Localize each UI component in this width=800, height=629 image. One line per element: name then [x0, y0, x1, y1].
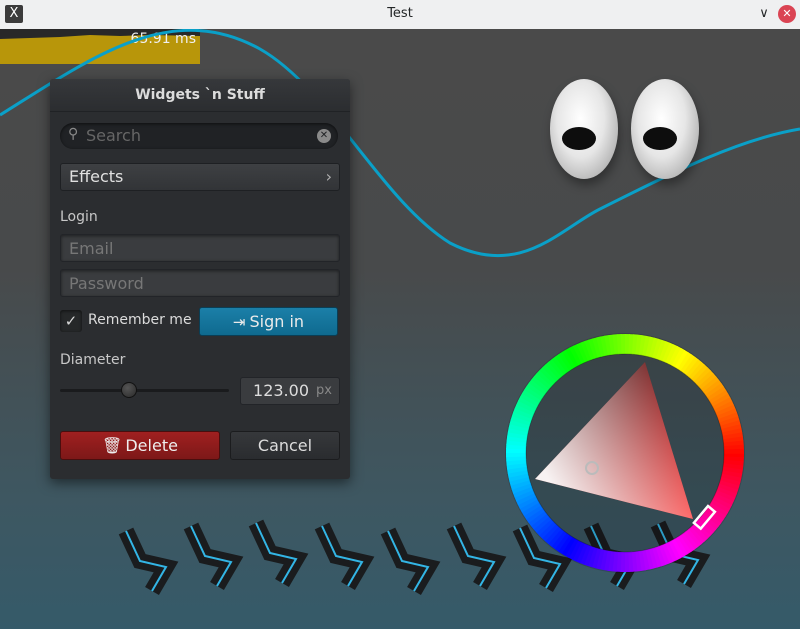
search-input[interactable]: Search [86, 126, 141, 145]
widgets-panel: Widgets `n Stuff ⚲ Search ✕ Effects › Lo… [50, 79, 350, 479]
render-canvas[interactable]: 65.91 ms Widgets `n Stuff ⚲ Search ✕ Eff… [0, 29, 800, 629]
search-box[interactable]: ⚲ Search ✕ [60, 123, 338, 149]
chevron-right-icon: › [325, 167, 332, 186]
delete-button[interactable]: 🗑 Delete [60, 431, 220, 460]
minimize-button[interactable]: ∨ [755, 5, 773, 23]
window-titlebar: X Test ∨ ✕ [0, 0, 800, 30]
password-field[interactable] [60, 269, 340, 297]
effects-label: Effects [69, 167, 124, 186]
window-title: Test [387, 6, 413, 21]
panel-title: Widgets `n Stuff [50, 79, 350, 112]
effects-button[interactable]: Effects › [60, 163, 340, 191]
close-button[interactable]: ✕ [778, 5, 796, 23]
remember-label: Remember me [88, 312, 192, 328]
signin-label: Sign in [249, 312, 305, 331]
search-icon: ⚲ [68, 126, 79, 142]
diameter-textbox[interactable]: 123.00 px [240, 377, 340, 405]
password-input[interactable] [61, 270, 339, 296]
email-input[interactable] [61, 235, 339, 261]
clear-icon[interactable]: ✕ [317, 129, 331, 143]
remember-checkbox[interactable]: ✓ [60, 310, 82, 332]
signin-button[interactable]: ⇥ Sign in [199, 307, 338, 336]
login-label: Login [60, 209, 98, 225]
delete-label: Delete [125, 436, 178, 455]
trash-icon: 🗑 [102, 436, 123, 455]
diameter-slider-track[interactable] [60, 389, 229, 392]
diameter-value[interactable]: 123.00 [253, 381, 309, 400]
login-icon: ⇥ [232, 313, 246, 331]
cancel-button[interactable]: Cancel [230, 431, 340, 460]
diameter-unit: px [316, 383, 332, 398]
diameter-slider-knob[interactable] [121, 382, 137, 398]
diameter-label: Diameter [60, 352, 126, 368]
email-field[interactable] [60, 234, 340, 262]
